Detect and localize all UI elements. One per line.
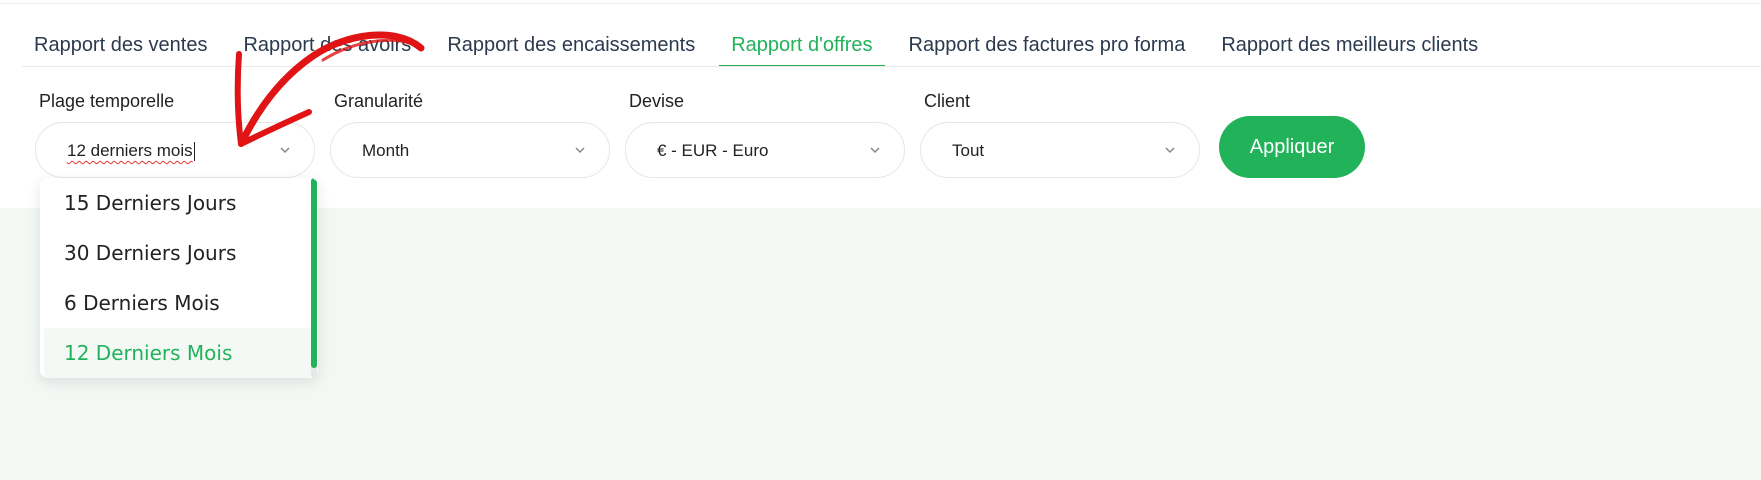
time-range-select[interactable]: 12 derniers mois: [35, 122, 315, 178]
tab-sales-report[interactable]: Rapport des ventes: [22, 26, 219, 66]
time-range-label: Plage temporelle: [39, 91, 175, 111]
time-range-value: 12 derniers mois: [67, 141, 193, 160]
currency-select[interactable]: € - EUR - Euro: [625, 122, 905, 178]
dropdown-option-15-days[interactable]: 15 Derniers Jours: [40, 178, 318, 228]
apply-button[interactable]: Appliquer: [1219, 116, 1365, 178]
granularity-filter: Granularité Month: [330, 90, 610, 178]
tab-payments-report[interactable]: Rapport des encaissements: [435, 26, 707, 66]
tab-offers-report[interactable]: Rapport d'offres: [719, 26, 885, 67]
text-cursor: [193, 142, 195, 162]
tabs-divider: [22, 66, 1761, 67]
tab-proforma-report[interactable]: Rapport des factures pro forma: [897, 26, 1198, 66]
chevron-down-icon: [575, 147, 585, 154]
dropdown-option-6-months[interactable]: 6 Derniers Mois: [40, 278, 318, 328]
client-filter: Client Tout: [920, 90, 1200, 178]
dropdown-scrollbar-thumb[interactable]: [311, 178, 317, 368]
top-divider: [0, 3, 1761, 4]
granularity-label: Granularité: [334, 91, 424, 111]
client-label: Client: [924, 91, 971, 111]
tab-credit-notes-report[interactable]: Rapport des avoirs: [231, 26, 423, 66]
time-range-input[interactable]: 12 derniers mois: [67, 123, 195, 179]
report-tabs: Rapport des ventes Rapport des avoirs Ra…: [22, 26, 1502, 67]
client-select[interactable]: Tout: [920, 122, 1200, 178]
chevron-down-icon: [870, 147, 880, 154]
dropdown-option-30-days[interactable]: 30 Derniers Jours: [40, 228, 318, 278]
currency-filter: Devise € - EUR - Euro: [625, 90, 905, 178]
time-range-dropdown: 15 Derniers Jours 30 Derniers Jours 6 De…: [40, 178, 318, 378]
time-range-filter: Plage temporelle 12 derniers mois: [35, 90, 315, 178]
currency-label: Devise: [629, 91, 685, 111]
tab-top-clients-report[interactable]: Rapport des meilleurs clients: [1209, 26, 1490, 66]
currency-value: € - EUR - Euro: [657, 141, 769, 160]
granularity-value: Month: [362, 141, 410, 160]
granularity-select[interactable]: Month: [330, 122, 610, 178]
dropdown-option-12-months[interactable]: 12 Derniers Mois: [44, 328, 312, 378]
report-header-panel: Rapport des ventes Rapport des avoirs Ra…: [0, 0, 1761, 208]
client-value: Tout: [952, 141, 985, 160]
chevron-down-icon: [1165, 147, 1175, 154]
chevron-down-icon: [280, 147, 290, 154]
